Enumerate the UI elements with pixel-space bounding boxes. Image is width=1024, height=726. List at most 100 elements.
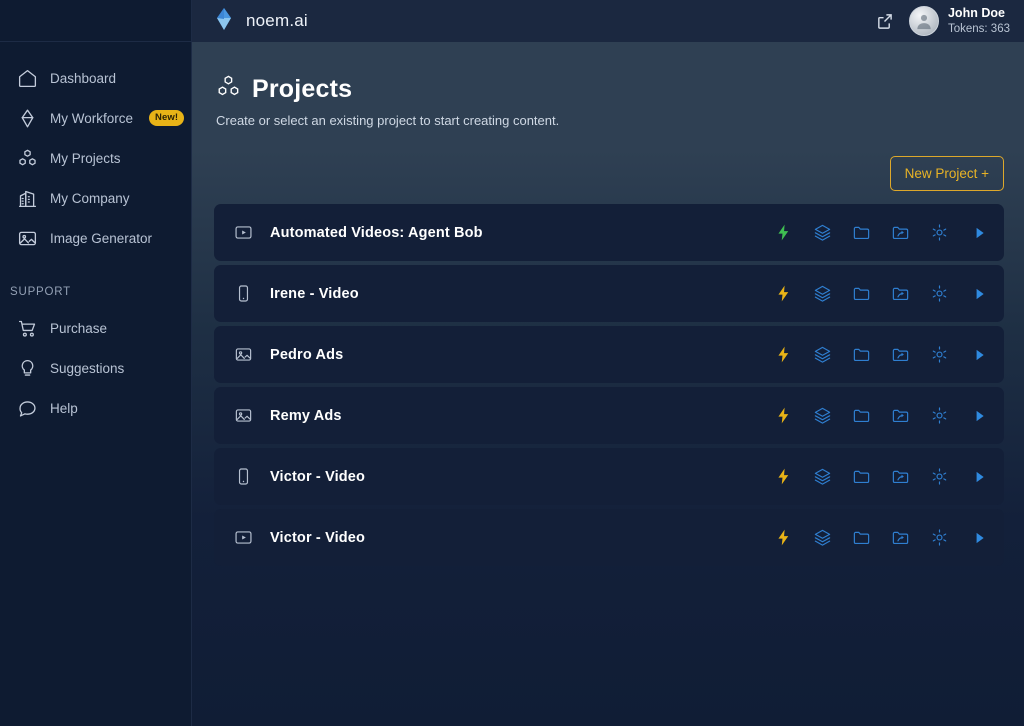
- play-icon[interactable]: [969, 223, 988, 242]
- avatar: [908, 6, 939, 36]
- layers-icon[interactable]: [813, 345, 832, 364]
- page-subtitle: Create or select an existing project to …: [216, 113, 560, 128]
- new-badge: New!: [149, 110, 185, 126]
- project-title: Automated Videos: Agent Bob: [270, 224, 483, 241]
- folder-share-icon[interactable]: [891, 406, 910, 425]
- project-row[interactable]: Automated Videos: Agent Bob: [214, 204, 1004, 261]
- generate-bolt-icon[interactable]: [774, 467, 793, 486]
- smartphone-icon: [234, 467, 253, 486]
- home-icon: [16, 67, 38, 89]
- project-title: Victor - Video: [270, 529, 366, 546]
- top-bar: noem.ai John Doe Tokens: 363: [192, 0, 1024, 42]
- sidebar-item-label: Suggestions: [50, 360, 125, 376]
- folder-icon[interactable]: [852, 528, 871, 547]
- folder-share-icon[interactable]: [891, 284, 910, 303]
- project-title: Remy Ads: [270, 407, 342, 424]
- settings-gear-icon[interactable]: [930, 223, 949, 242]
- project-row-actions: [774, 406, 988, 425]
- diamond-gem-icon: [16, 107, 38, 129]
- generate-bolt-icon[interactable]: [774, 223, 793, 242]
- sidebar-item-help[interactable]: Help: [0, 388, 191, 428]
- folder-share-icon[interactable]: [891, 345, 910, 364]
- settings-gear-icon[interactable]: [930, 528, 949, 547]
- generate-bolt-icon[interactable]: [774, 528, 793, 547]
- sidebar-nav: Dashboard My Workforce New! My Projects My C…: [0, 42, 191, 258]
- generate-bolt-icon[interactable]: [774, 345, 793, 364]
- layers-icon[interactable]: [813, 223, 832, 242]
- project-row[interactable]: Victor - Video: [214, 509, 1004, 566]
- sidebar-item-purchase[interactable]: Purchase: [0, 308, 191, 348]
- user-meta: John Doe Tokens: 363: [948, 6, 1010, 36]
- page-title-row: Projects: [216, 74, 1024, 104]
- sidebar-item-image-generator[interactable]: Image Generator: [0, 218, 191, 258]
- external-link-icon[interactable]: [876, 13, 893, 30]
- boxes-icon: [216, 74, 241, 104]
- new-project-button[interactable]: New Project +: [889, 156, 1004, 191]
- project-row-actions: [774, 223, 988, 242]
- sidebar-item-label: Dashboard: [50, 70, 117, 86]
- brand-name: noem.ai: [246, 11, 308, 30]
- sidebar-nav-support: Purchase Suggestions Help: [0, 308, 191, 428]
- project-list: Automated Videos: Agent Bob Irene - Video…: [192, 191, 1024, 566]
- sidebar-item-dashboard[interactable]: Dashboard: [0, 58, 191, 98]
- project-row-actions: [774, 528, 988, 547]
- folder-icon[interactable]: [852, 284, 871, 303]
- play-icon[interactable]: [969, 284, 988, 303]
- folder-share-icon[interactable]: [891, 528, 910, 547]
- user-name: John Doe: [947, 6, 1005, 20]
- top-bar-right: John Doe Tokens: 363: [876, 6, 1010, 36]
- chat-bubble-icon: [16, 397, 38, 419]
- generate-bolt-icon[interactable]: [774, 284, 793, 303]
- project-title: Irene - Video: [270, 285, 359, 302]
- folder-icon[interactable]: [852, 406, 871, 425]
- sidebar: Dashboard My Workforce New! My Projects My C…: [0, 0, 192, 726]
- layers-icon[interactable]: [813, 467, 832, 486]
- user-tokens: Tokens: 363: [947, 22, 1010, 35]
- settings-gear-icon[interactable]: [930, 467, 949, 486]
- image-icon: [234, 406, 253, 425]
- project-row[interactable]: Pedro Ads: [214, 326, 1004, 383]
- sidebar-item-suggestions[interactable]: Suggestions: [0, 348, 191, 388]
- project-title: Pedro Ads: [270, 346, 344, 363]
- project-title: Victor - Video: [270, 468, 366, 485]
- project-row[interactable]: Irene - Video: [214, 265, 1004, 322]
- user-menu[interactable]: John Doe Tokens: 363: [908, 6, 1010, 36]
- play-icon[interactable]: [969, 528, 988, 547]
- play-icon[interactable]: [969, 467, 988, 486]
- folder-icon[interactable]: [852, 345, 871, 364]
- sidebar-item-my-projects[interactable]: My Projects: [0, 138, 191, 178]
- settings-gear-icon[interactable]: [930, 284, 949, 303]
- project-row[interactable]: Remy Ads: [214, 387, 1004, 444]
- folder-icon[interactable]: [852, 223, 871, 242]
- layers-icon[interactable]: [813, 406, 832, 425]
- layers-icon[interactable]: [813, 284, 832, 303]
- project-row-left: Automated Videos: Agent Bob: [234, 223, 483, 242]
- sidebar-item-label: My Workforce: [50, 110, 134, 126]
- page-header: Projects Create or select an existing pr…: [192, 42, 1024, 129]
- play-icon[interactable]: [969, 406, 988, 425]
- video-box-icon: [234, 223, 253, 242]
- folder-share-icon[interactable]: [891, 467, 910, 486]
- sidebar-item-label: My Projects: [50, 150, 121, 166]
- page-title: Projects: [252, 74, 353, 103]
- project-row-actions: [774, 467, 988, 486]
- settings-gear-icon[interactable]: [930, 406, 949, 425]
- layers-icon[interactable]: [813, 528, 832, 547]
- settings-gear-icon[interactable]: [930, 345, 949, 364]
- project-row-left: Remy Ads: [234, 406, 342, 425]
- project-row-left: Irene - Video: [234, 284, 359, 303]
- sidebar-item-my-company[interactable]: My Company: [0, 178, 191, 218]
- folder-share-icon[interactable]: [891, 223, 910, 242]
- image-icon: [234, 345, 253, 364]
- sidebar-section-support: SUPPORT: [10, 286, 71, 298]
- project-row[interactable]: Victor - Video: [214, 448, 1004, 505]
- sidebar-item-label: Purchase: [50, 320, 108, 336]
- folder-icon[interactable]: [852, 467, 871, 486]
- generate-bolt-icon[interactable]: [774, 406, 793, 425]
- sidebar-item-my-workforce[interactable]: My Workforce New!: [0, 98, 191, 138]
- boxes-icon: [16, 147, 38, 169]
- brand[interactable]: noem.ai: [214, 7, 308, 36]
- main-content: noem.ai John Doe Tokens: 363 Projects Cr…: [192, 0, 1024, 726]
- project-row-actions: [774, 284, 988, 303]
- play-icon[interactable]: [969, 345, 988, 364]
